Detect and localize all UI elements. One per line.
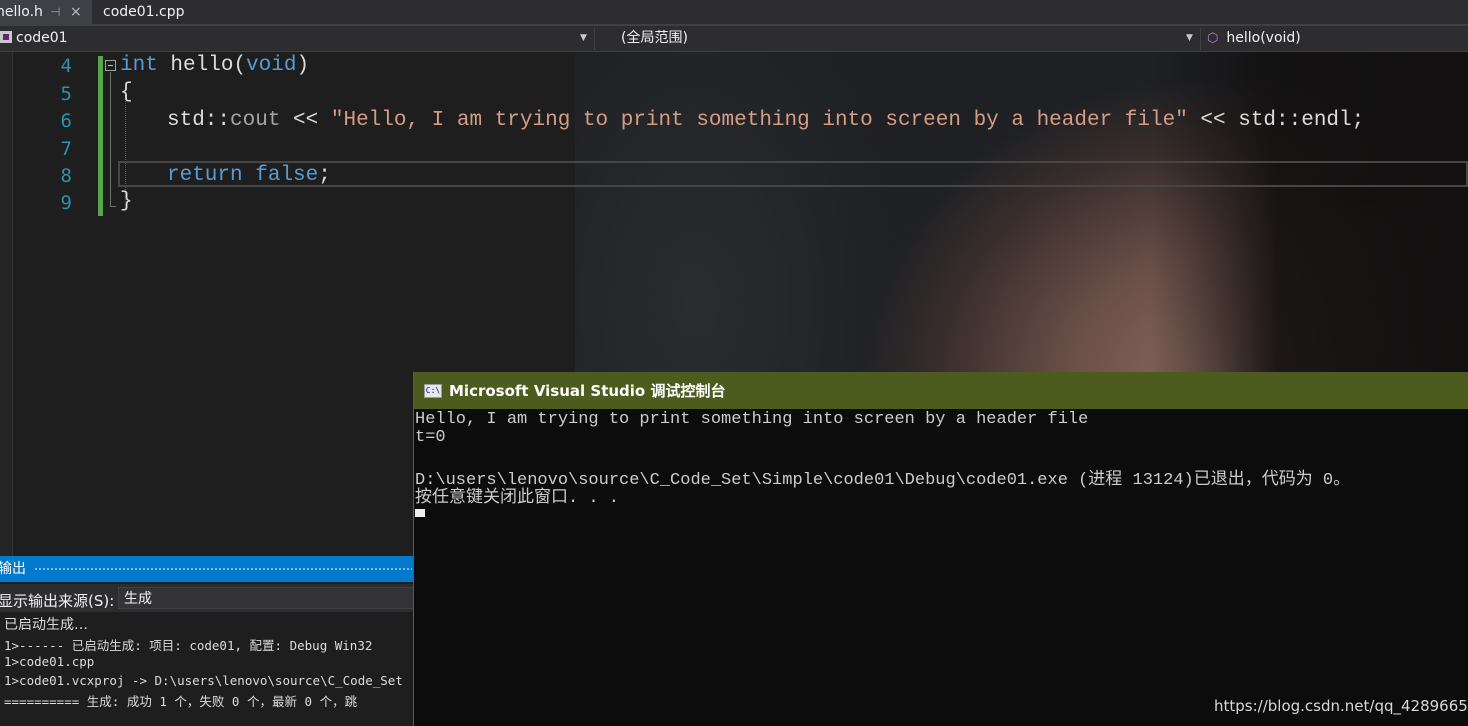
document-tab-bar: hello.h ⊣ × code01.cpp: [0, 0, 1468, 24]
collapse-outline-icon[interactable]: [105, 60, 116, 71]
statement-tail: << std::endl;: [1187, 109, 1365, 132]
keyword: void: [246, 54, 297, 77]
identifier-cout: cout: [230, 109, 281, 132]
code-line-6: std::cout << "Hello, I am trying to prin…: [167, 109, 1364, 132]
console-title: Microsoft Visual Studio 调试控制台: [449, 382, 726, 400]
line-number: 5: [60, 83, 72, 105]
member-label: hello(void): [1226, 30, 1301, 46]
tab-label: code01.cpp: [103, 4, 185, 20]
project-dropdown[interactable]: code01 ▼: [0, 28, 592, 49]
console-app-icon: C:\: [424, 384, 442, 398]
operator: <<: [280, 109, 331, 132]
output-text[interactable]: 已启动生成… 1>------ 已启动生成: 项目: code01, 配置: D…: [0, 612, 414, 726]
outline-end: [110, 206, 116, 207]
console-cursor: [415, 509, 425, 517]
console-line: 按任意键关闭此窗口. . .: [415, 489, 620, 508]
keyword: return: [167, 164, 243, 187]
keyword: int: [120, 54, 158, 77]
console-line: Hello, I am trying to print something in…: [415, 410, 1089, 429]
chevron-down-icon[interactable]: ▼: [580, 28, 587, 49]
keyword: false: [255, 164, 319, 187]
namespace: std::: [167, 109, 231, 132]
output-line: 1>code01.vcxproj -> D:\users\lenovo\sour…: [4, 673, 403, 688]
punct: ;: [318, 164, 331, 187]
tab-code01-cpp[interactable]: code01.cpp: [96, 0, 213, 24]
punct: (: [233, 54, 247, 77]
output-source-select[interactable]: 生成: [118, 587, 414, 609]
output-source-bar: 显示输出来源(S): 生成: [0, 584, 414, 612]
punct: ): [296, 54, 310, 77]
line-number: 8: [60, 165, 72, 187]
scope-dropdown[interactable]: (全局范围) ▼: [597, 28, 1197, 49]
navigation-bar: code01 ▼ (全局范围) ▼ ⬡ hello(void): [0, 26, 1468, 52]
watermark: https://blog.csdn.net/qq_42896653: [1214, 697, 1468, 715]
output-line: 1>------ 已启动生成: 项目: code01, 配置: Debug Wi…: [4, 638, 373, 653]
title-grip[interactable]: [34, 567, 412, 572]
editor-margin: [0, 52, 13, 556]
outline-line: [110, 72, 111, 206]
line-number: 6: [60, 110, 72, 132]
tab-label: hello.h: [0, 4, 43, 20]
string-literal: "Hello, I am trying to print something i…: [330, 109, 1188, 132]
output-source-label: 显示输出来源(S):: [0, 592, 115, 610]
code-line-9: }: [120, 190, 133, 213]
close-icon[interactable]: ×: [70, 0, 82, 24]
tab-hello-h[interactable]: hello.h ⊣ ×: [0, 0, 92, 24]
output-title-label: 输出: [0, 561, 26, 577]
method-cube-icon: ⬡: [1207, 31, 1219, 46]
chevron-down-icon[interactable]: ▼: [1186, 28, 1193, 49]
pin-icon[interactable]: ⊣: [50, 0, 60, 24]
change-tracking-bar: [98, 56, 103, 216]
code-line-4: int hello(void): [120, 54, 309, 77]
navbar-divider: [1200, 28, 1201, 50]
output-line: 1>code01.cpp: [4, 654, 95, 669]
function-name: hello: [157, 54, 234, 77]
debug-console-window[interactable]: C:\ Microsoft Visual Studio 调试控制台 Hello,…: [413, 372, 1468, 726]
line-number: 7: [60, 138, 72, 160]
scope-label: (全局范围): [621, 30, 688, 46]
console-line: t=0: [415, 428, 446, 447]
code-line-8: return false;: [167, 164, 331, 187]
line-number: 9: [60, 192, 72, 214]
output-line: ========== 生成: 成功 1 个，失败 0 个，最新 0 个，跳: [4, 694, 358, 709]
line-number: 4: [60, 55, 72, 77]
navbar-divider: [594, 28, 595, 50]
member-dropdown[interactable]: ⬡ hello(void): [1203, 28, 1468, 49]
project-icon: [0, 31, 12, 43]
output-panel-title[interactable]: 输出: [0, 556, 414, 582]
output-line: 已启动生成…: [4, 617, 88, 633]
console-title-bar[interactable]: C:\ Microsoft Visual Studio 调试控制台: [414, 372, 1468, 409]
project-label: code01: [16, 30, 68, 46]
code-line-5: {: [120, 81, 133, 104]
